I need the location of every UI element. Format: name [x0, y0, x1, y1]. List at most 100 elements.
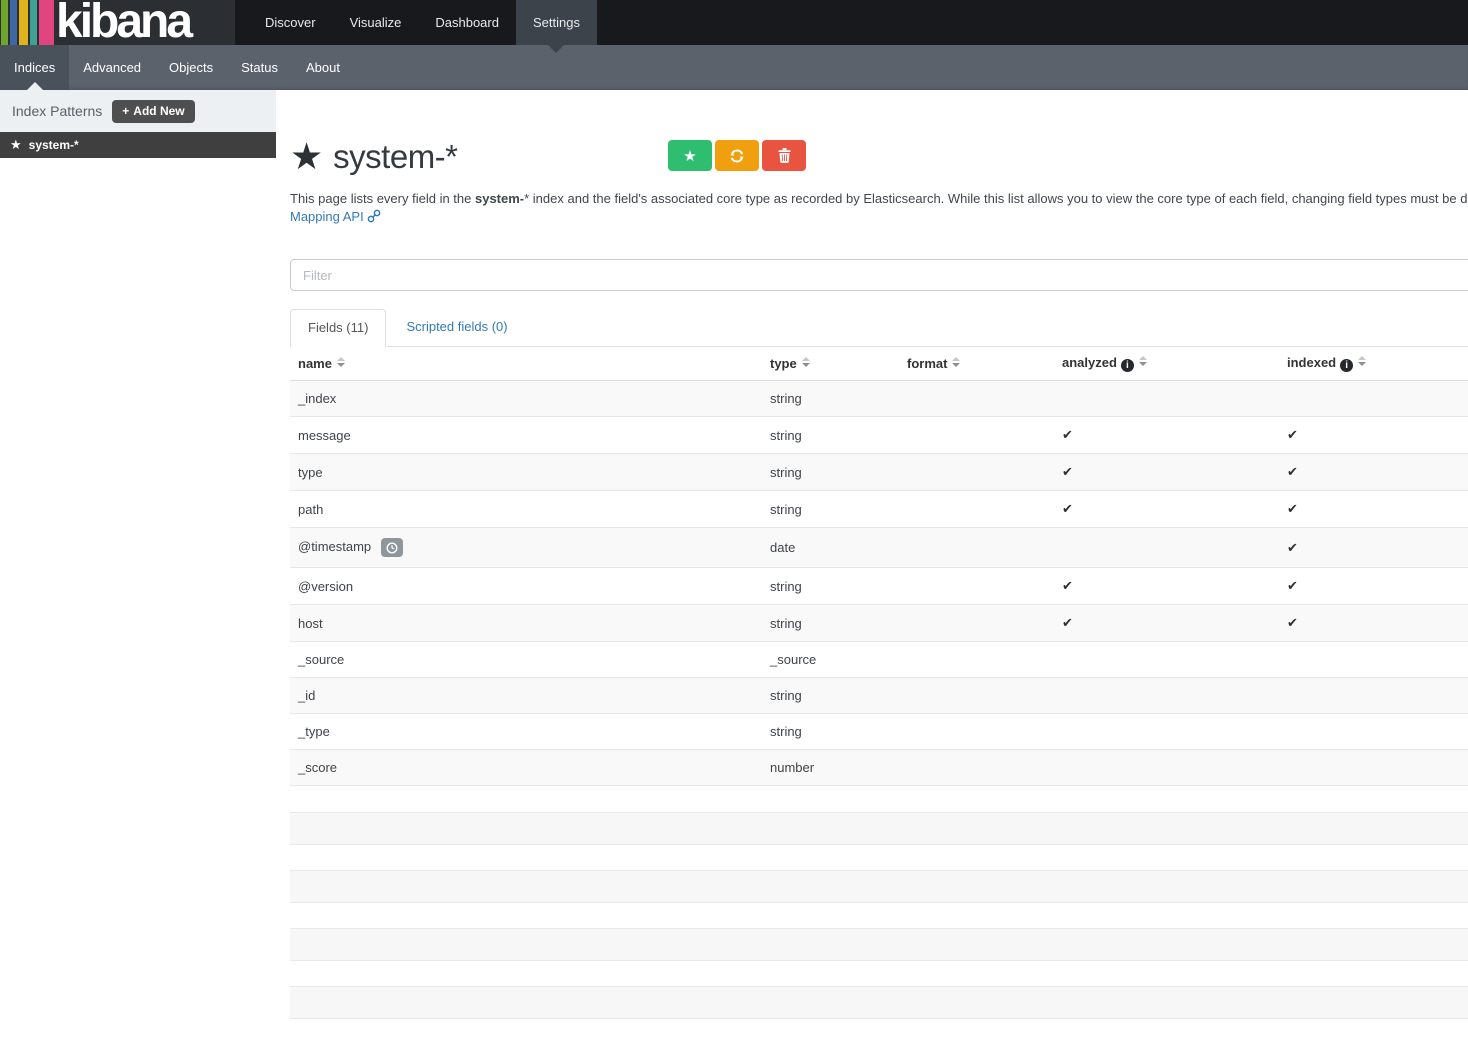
- sidebar-item-system-pattern[interactable]: ★ system-*: [0, 132, 276, 158]
- subnav-item-advanced[interactable]: Advanced: [69, 45, 155, 90]
- field-tabs: Fields (11) Scripted fields (0): [290, 309, 1468, 347]
- link-chain-icon: [367, 209, 381, 223]
- time-field-badge: [381, 538, 403, 557]
- field-indexed-cell: ✔: [1279, 528, 1468, 568]
- field-name-cell: _score: [290, 750, 762, 786]
- pattern-name: system-*: [29, 138, 79, 152]
- sort-icon: [802, 357, 810, 367]
- add-new-button[interactable]: + Add New: [112, 100, 194, 123]
- table-row: host string ✔ ✔: [290, 605, 1468, 642]
- filter-input[interactable]: [290, 259, 1468, 291]
- field-type-cell: number: [762, 750, 899, 786]
- kibana-wordmark: kibana: [56, 0, 190, 49]
- field-indexed-cell: [1279, 678, 1468, 714]
- tab-fields[interactable]: Fields (11): [290, 309, 386, 347]
- header-row: nametypeformatanalyzediindexedi: [290, 347, 1468, 381]
- star-icon: ★: [683, 147, 696, 165]
- logo-stripe-yellow: [19, 0, 28, 45]
- check-icon: ✔: [1287, 464, 1298, 479]
- logo-stripe-blue: [10, 0, 17, 45]
- check-icon: ✔: [1287, 427, 1298, 442]
- subnav-item-about[interactable]: About: [292, 45, 354, 90]
- column-header-format[interactable]: format: [899, 347, 1054, 381]
- field-analyzed-cell: [1054, 678, 1279, 714]
- field-type-cell: string: [762, 491, 899, 528]
- empty-table-stripe: [290, 928, 1468, 961]
- field-format-cell: [899, 750, 1054, 786]
- column-header-indexed[interactable]: indexedi: [1279, 347, 1468, 381]
- mapping-api-link[interactable]: Mapping API: [290, 209, 381, 224]
- field-type-cell: _source: [762, 642, 899, 678]
- delete-index-pattern-button[interactable]: [762, 140, 806, 171]
- page-description: This page lists every field in the syste…: [290, 190, 1468, 226]
- title-action-buttons: ★: [668, 140, 809, 171]
- field-format-cell: [899, 605, 1054, 642]
- field-name-cell: _index: [290, 381, 762, 417]
- subnav-item-status[interactable]: Status: [227, 45, 292, 90]
- settings-subnav: IndicesAdvancedObjectsStatusAbout: [0, 45, 1468, 90]
- field-indexed-cell: ✔: [1279, 417, 1468, 454]
- table-row: _index string: [290, 381, 1468, 417]
- field-type-cell: string: [762, 568, 899, 605]
- logo-stripe-green: [1, 0, 8, 45]
- field-type-cell: string: [762, 454, 899, 491]
- info-icon: i: [1340, 359, 1353, 372]
- kibana-logo-stripes: [1, 0, 56, 45]
- plus-icon: +: [122, 104, 129, 118]
- fields-table: nametypeformatanalyzediindexedi _index s…: [290, 347, 1468, 786]
- field-analyzed-cell: ✔: [1054, 417, 1279, 454]
- tab-scripted-fields[interactable]: Scripted fields (0): [389, 309, 524, 347]
- check-icon: ✔: [1287, 540, 1298, 555]
- column-header-analyzed[interactable]: analyzedi: [1054, 347, 1279, 381]
- add-new-label: Add New: [133, 104, 184, 118]
- field-name-cell: _type: [290, 714, 762, 750]
- field-indexed-cell: [1279, 381, 1468, 417]
- field-name-cell: _source: [290, 642, 762, 678]
- field-analyzed-cell: [1054, 642, 1279, 678]
- topnav-item-discover[interactable]: Discover: [248, 0, 333, 45]
- field-analyzed-cell: [1054, 381, 1279, 417]
- empty-table-stripe: [290, 812, 1468, 845]
- check-icon: ✔: [1062, 464, 1073, 479]
- topnav-items: DiscoverVisualizeDashboardSettings: [248, 0, 597, 45]
- set-default-index-button[interactable]: ★: [668, 140, 712, 171]
- column-header-name[interactable]: name: [290, 347, 762, 381]
- field-indexed-cell: ✔: [1279, 491, 1468, 528]
- topnav-item-settings[interactable]: Settings: [516, 0, 597, 45]
- kibana-logo[interactable]: kibana: [0, 0, 235, 45]
- subnav-item-indices[interactable]: Indices: [0, 45, 69, 90]
- sort-icon: [1139, 356, 1147, 366]
- field-type-cell: string: [762, 714, 899, 750]
- topnav-item-dashboard[interactable]: Dashboard: [418, 0, 516, 45]
- empty-table-stripe: [290, 986, 1468, 1019]
- field-analyzed-cell: ✔: [1054, 605, 1279, 642]
- check-icon: ✔: [1062, 427, 1073, 442]
- field-format-cell: [899, 491, 1054, 528]
- logo-stripe-pink: [39, 0, 54, 45]
- field-format-cell: [899, 528, 1054, 568]
- field-indexed-cell: ✔: [1279, 454, 1468, 491]
- field-format-cell: [899, 714, 1054, 750]
- table-row: _score number: [290, 750, 1468, 786]
- field-name-cell: _id: [290, 678, 762, 714]
- favorite-star-icon: ★: [290, 139, 323, 175]
- mapping-api-label: Mapping API: [290, 209, 364, 224]
- table-row: @timestamp date ✔: [290, 528, 1468, 568]
- field-analyzed-cell: [1054, 750, 1279, 786]
- field-type-cell: string: [762, 417, 899, 454]
- table-row: path string ✔ ✔: [290, 491, 1468, 528]
- check-icon: ✔: [1287, 615, 1298, 630]
- subnav-item-objects[interactable]: Objects: [155, 45, 227, 90]
- column-header-type[interactable]: type: [762, 347, 899, 381]
- top-navbar: kibana DiscoverVisualizeDashboardSetting…: [0, 0, 1468, 45]
- field-name-cell: path: [290, 491, 762, 528]
- topnav-item-visualize[interactable]: Visualize: [333, 0, 419, 45]
- field-name-cell: @version: [290, 568, 762, 605]
- field-format-cell: [899, 568, 1054, 605]
- table-row: _id string: [290, 678, 1468, 714]
- refresh-fields-button[interactable]: [715, 140, 759, 171]
- check-icon: ✔: [1287, 501, 1298, 516]
- sort-icon: [1358, 356, 1366, 366]
- sort-icon: [952, 357, 960, 367]
- field-analyzed-cell: [1054, 714, 1279, 750]
